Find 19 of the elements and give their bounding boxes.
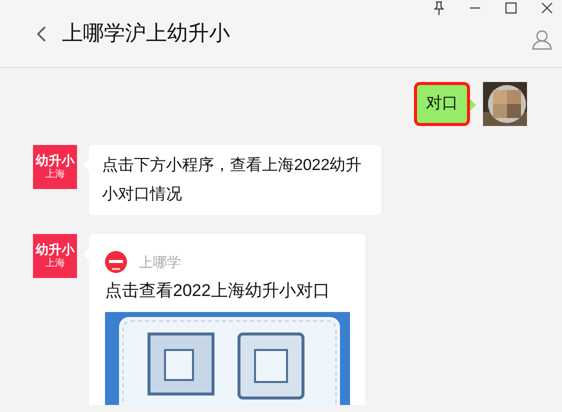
back-icon[interactable] <box>35 24 47 42</box>
avatar-subtitle: 上海 <box>45 170 65 180</box>
message-bubble: 对口 <box>414 82 470 126</box>
window-title: 上哪学沪上幼升小 <box>62 20 230 47</box>
avatar[interactable]: 幼升小 上海 <box>33 234 77 278</box>
avatar-subtitle: 上海 <box>45 259 65 269</box>
pin-icon[interactable] <box>432 1 446 15</box>
close-icon[interactable] <box>540 1 554 15</box>
message-bubble: 点击下方小程序，查看上海2022幼升小对口情况 <box>89 145 381 215</box>
maximize-icon[interactable] <box>504 1 518 15</box>
avatar[interactable]: 幼升小 上海 <box>33 145 77 189</box>
avatar-name: 幼升小 <box>36 243 74 256</box>
brand-logo-icon <box>105 251 127 273</box>
mini-program-card[interactable]: 上哪学 点击查看2022上海幼升小对口 <box>89 234 365 405</box>
bubble-tail <box>470 99 476 111</box>
avatar-name: 幼升小 <box>36 154 74 167</box>
person-icon[interactable] <box>531 29 553 51</box>
card-title: 点击查看2022上海幼升小对口 <box>105 280 331 302</box>
source-name: 上哪学 <box>139 252 181 272</box>
